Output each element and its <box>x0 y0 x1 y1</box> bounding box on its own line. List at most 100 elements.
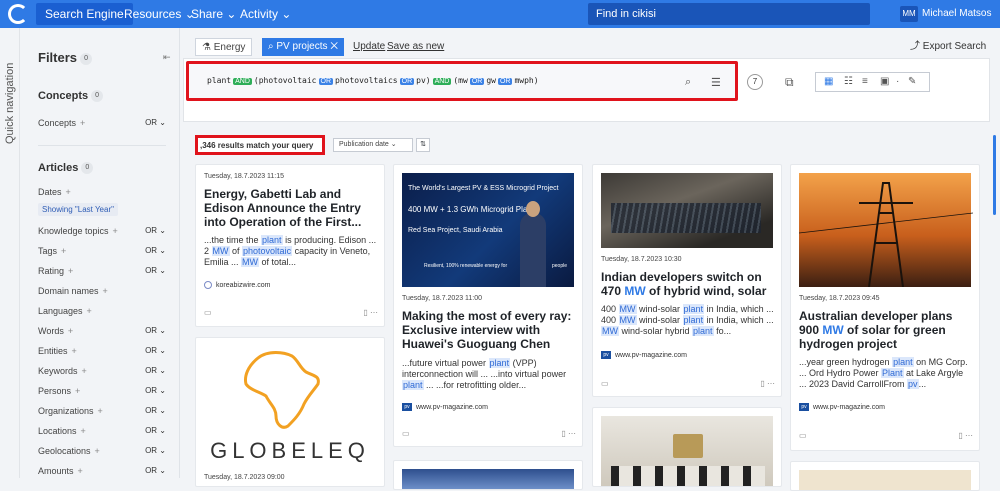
bookmark-icon[interactable]: ▯ <box>561 429 565 438</box>
filter-words[interactable]: Words + OR ⌄ <box>38 326 166 338</box>
card-source[interactable]: pv www.pv-magazine.com <box>402 403 488 411</box>
or-select[interactable]: OR ⌄ <box>145 386 166 395</box>
africa-logo-icon <box>244 351 320 429</box>
result-card[interactable] <box>790 461 980 491</box>
card-image[interactable] <box>799 173 973 287</box>
result-card[interactable]: Tuesday, 18.7.2023 10:30 Indian develope… <box>592 164 782 397</box>
card-image[interactable] <box>402 469 574 489</box>
avatar[interactable]: MM <box>900 6 918 22</box>
or-select[interactable]: OR ⌄ <box>145 366 166 375</box>
image-view-icon[interactable]: ▣ <box>880 76 889 87</box>
user-menu[interactable]: Michael Matsos ⌄ <box>922 0 1000 47</box>
calendar-icon[interactable]: ▭ <box>799 431 807 440</box>
filter-keywords[interactable]: Keywords + OR ⌄ <box>38 366 166 378</box>
result-card[interactable] <box>592 407 782 487</box>
filter-geolocations[interactable]: Geolocations + OR ⌄ <box>38 446 166 458</box>
filter-tags[interactable]: Tags + OR ⌄ <box>38 246 166 258</box>
list-view-icon[interactable]: ☷ <box>844 76 853 87</box>
result-card[interactable]: Tuesday, 18.7.2023 11:15 Energy, Gabetti… <box>195 164 385 327</box>
sort-select[interactable]: Publication date ⌄ <box>333 138 413 152</box>
bookmark-icon[interactable]: ▯ <box>958 431 962 440</box>
card-source[interactable]: pv www.pv-magazine.com <box>601 351 687 359</box>
app-logo-icon[interactable] <box>8 4 28 24</box>
bookmark-icon[interactable]: ▯ <box>760 379 764 388</box>
chevron-down-icon: ⌄ <box>281 7 292 21</box>
filters-panel: Filters 0 ⇤ Concepts 0 Concepts + OR ⌄ Artic… <box>20 28 180 478</box>
card-title[interactable]: Making the most of every ray: Exclusive … <box>402 309 576 351</box>
filter-languages[interactable]: Languages + <box>38 306 166 318</box>
more-icon[interactable]: ⋯ <box>568 429 576 438</box>
card-image[interactable] <box>799 470 971 490</box>
or-select[interactable]: OR ⌄ <box>145 118 166 127</box>
card-title[interactable]: Indian developers switch on 470 MW of hy… <box>601 270 775 298</box>
or-select[interactable]: OR ⌄ <box>145 426 166 435</box>
or-select[interactable]: OR ⌄ <box>145 226 166 235</box>
nav-activity[interactable]: Activity ⌄ <box>240 0 291 28</box>
card-title[interactable]: Energy, Gabetti Lab and Edison Announce … <box>204 187 378 229</box>
more-icon[interactable]: ⋯ <box>965 431 973 440</box>
query-text[interactable]: plant AND (photovoltaic OR photovoltaics OR pv… <box>207 76 539 85</box>
compact-view-icon[interactable]: ≡ <box>862 76 868 87</box>
result-card[interactable]: The World's Largest PV & ESS Microgrid P… <box>393 164 583 447</box>
filter-entities[interactable]: Entities + OR ⌄ <box>38 346 166 358</box>
or-select[interactable]: OR ⌄ <box>145 406 166 415</box>
filter-rating[interactable]: Rating + OR ⌄ <box>38 266 166 278</box>
filter-domain-names[interactable]: Domain names + <box>38 286 166 298</box>
card-image[interactable] <box>601 173 773 248</box>
nav-share[interactable]: Share ⌄ <box>191 0 236 28</box>
filter-amounts[interactable]: Amounts + OR ⌄ <box>38 466 166 478</box>
more-icon[interactable]: ⋯ <box>767 379 775 388</box>
or-select[interactable]: OR ⌄ <box>145 466 166 475</box>
query-count-badge[interactable]: 7 <box>747 74 763 90</box>
bookmark-icon[interactable]: ▯ <box>363 308 367 317</box>
card-title[interactable]: Australian developer plans 900 MW of sol… <box>799 309 973 351</box>
or-select[interactable]: OR ⌄ <box>145 446 166 455</box>
query-input[interactable]: plant AND (photovoltaic OR photovoltaics OR pv… <box>186 61 738 101</box>
plus-icon[interactable]: + <box>66 187 71 197</box>
or-select[interactable]: OR ⌄ <box>145 326 166 335</box>
card-image[interactable]: The World's Largest PV & ESS Microgrid P… <box>402 173 574 287</box>
dates-showing-chip[interactable]: Showing "Last Year" <box>38 203 118 216</box>
search-icon[interactable]: ⌕ <box>685 76 691 89</box>
plus-icon[interactable]: + <box>80 118 85 128</box>
quick-navigation[interactable]: Quick navigation <box>0 28 20 478</box>
or-select[interactable]: OR ⌄ <box>145 266 166 275</box>
calendar-icon[interactable]: ▭ <box>601 379 609 388</box>
scrollbar[interactable] <box>993 135 996 215</box>
edit-icon[interactable]: ✎ <box>908 76 916 87</box>
result-card[interactable]: GLOBELEQ Tuesday, 18.7.2023 09:00 <box>195 337 385 487</box>
card-footer: ▭ ▯ ⋯ <box>799 431 973 440</box>
filter-dates[interactable]: Dates + <box>38 187 166 199</box>
filters-count-badge: 0 <box>80 52 93 65</box>
calendar-icon[interactable]: ▭ <box>204 308 212 317</box>
filter-knowledge-topics[interactable]: Knowledge topics + OR ⌄ <box>38 226 166 238</box>
filter-locations[interactable]: Locations + OR ⌄ <box>38 426 166 438</box>
filter-organizations[interactable]: Organizations + OR ⌄ <box>38 406 166 418</box>
grid-view-icon[interactable]: ▦ <box>824 76 833 87</box>
filter-concepts[interactable]: Concepts + OR ⌄ <box>38 118 166 130</box>
calendar-icon[interactable]: ▭ <box>402 429 410 438</box>
card-footer: ▭ ▯ ⋯ <box>601 379 775 388</box>
settings-sliders-icon[interactable]: ☰ <box>711 76 721 89</box>
update-link[interactable]: Update <box>353 38 385 56</box>
tab-search-engine[interactable]: Search Engine <box>36 3 133 25</box>
or-select[interactable]: OR ⌄ <box>145 346 166 355</box>
result-card[interactable] <box>393 460 583 490</box>
more-icon[interactable]: ⋯ <box>370 308 378 317</box>
export-copy-icon[interactable]: ⧉ <box>785 75 794 90</box>
card-source[interactable]: koreabizwire.com <box>204 281 270 289</box>
save-as-new-link[interactable]: Save as new <box>387 38 444 56</box>
close-icon[interactable]: ✕ <box>330 41 338 52</box>
card-source[interactable]: pv www.pv-magazine.com <box>799 403 885 411</box>
breadcrumb-energy[interactable]: ⚗ Energy <box>195 38 253 56</box>
result-card[interactable]: Tuesday, 18.7.2023 09:45 Australian deve… <box>790 164 980 451</box>
card-image[interactable] <box>601 416 773 486</box>
sort-direction-icon[interactable]: ⇅ <box>416 138 430 152</box>
filter-persons[interactable]: Persons + OR ⌄ <box>38 386 166 398</box>
collapse-icon[interactable]: ⇤ <box>163 52 171 63</box>
or-select[interactable]: OR ⌄ <box>145 246 166 255</box>
breadcrumb-pv-projects[interactable]: ⌕ PV projects ✕ <box>262 38 344 56</box>
find-input[interactable]: Find in cikisi <box>588 3 870 25</box>
export-search-button[interactable]: ⤴ Export Search <box>910 38 986 56</box>
nav-resources[interactable]: Resources ⌄ <box>124 0 195 28</box>
